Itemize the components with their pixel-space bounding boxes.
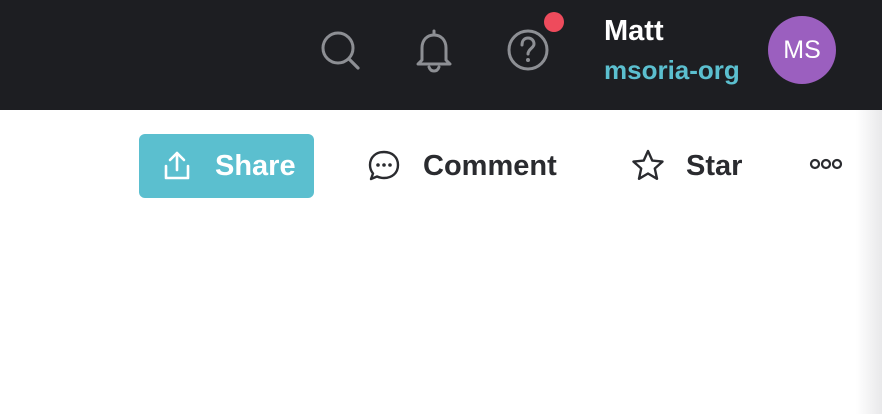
search-button[interactable] [316, 26, 364, 74]
notification-badge [544, 12, 564, 32]
organization-name[interactable]: msoria-org [604, 50, 754, 90]
comment-icon [366, 148, 402, 184]
panel-edge-shadow [856, 110, 882, 414]
share-label: Share [215, 149, 296, 182]
search-icon [318, 28, 362, 72]
more-options-button[interactable] [806, 150, 846, 182]
comment-button[interactable]: Comment [366, 134, 557, 198]
share-button[interactable]: Share [139, 134, 314, 198]
star-icon [630, 148, 666, 184]
share-icon [161, 150, 193, 182]
more-horizontal-icon [808, 157, 844, 176]
bell-icon [412, 26, 456, 74]
avatar[interactable]: MS [768, 16, 836, 84]
star-button[interactable]: Star [630, 134, 742, 198]
notifications-button[interactable] [410, 26, 458, 74]
comment-label: Comment [423, 149, 557, 182]
star-label: Star [686, 149, 743, 182]
top-navigation-bar: Matt msoria-org MS [0, 0, 882, 110]
help-button[interactable] [504, 26, 552, 74]
user-name: Matt [604, 15, 664, 47]
user-info[interactable]: Matt msoria-org [604, 12, 754, 90]
help-icon [506, 28, 550, 72]
